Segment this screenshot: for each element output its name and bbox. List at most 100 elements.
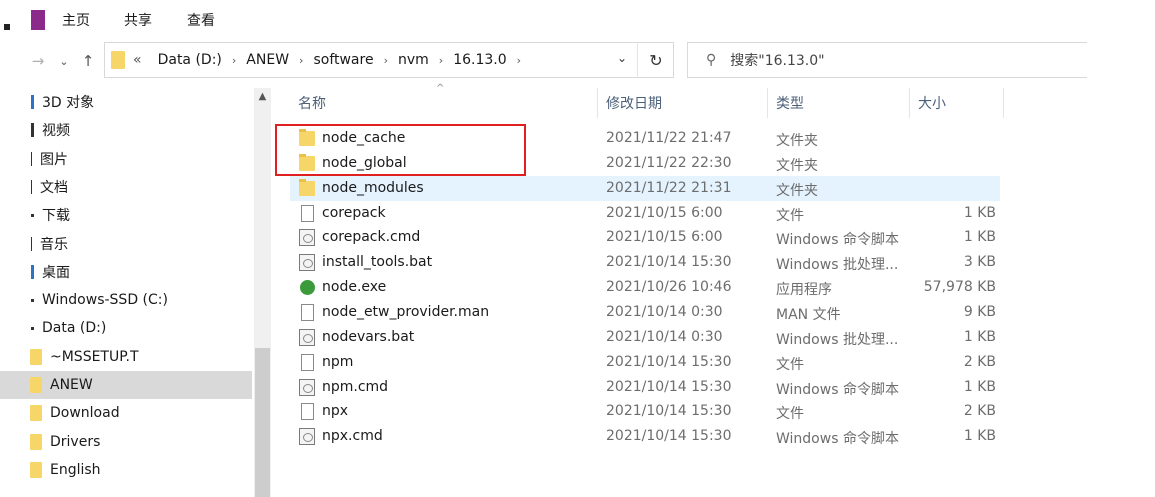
file-type: Windows 批处理... <box>776 257 899 274</box>
file-row[interactable]: corepack 2021/10/15 6:00 文件 1 KB <box>290 201 1000 226</box>
folder-icon <box>111 51 125 69</box>
chevron-right-icon[interactable]: › <box>517 54 521 67</box>
sidebar-item-label: English <box>50 461 101 478</box>
file-row[interactable]: npm 2021/10/14 15:30 文件 2 KB <box>290 350 1000 375</box>
sidebar-item[interactable]: 桌面 <box>0 258 252 286</box>
sidebar-item[interactable]: Drivers <box>0 428 252 456</box>
crumb-anew[interactable]: ANEW <box>246 52 289 68</box>
script-file-icon <box>299 229 315 247</box>
back-arrow-icon[interactable]: → <box>28 50 48 72</box>
breadcrumb-overflow[interactable]: « <box>133 52 142 68</box>
sidebar-item[interactable]: 下载 <box>0 201 252 229</box>
crumb-software[interactable]: software <box>313 52 373 68</box>
sidebar-item[interactable]: 视频 <box>0 116 252 144</box>
column-date[interactable]: 修改日期 <box>606 88 662 118</box>
sidebar-item[interactable]: 图片 <box>0 145 252 173</box>
tab-share[interactable]: 共享 <box>124 10 152 30</box>
location-icon <box>31 213 34 217</box>
column-divider[interactable] <box>767 88 768 118</box>
file-name: npx.cmd <box>322 428 383 445</box>
file-row[interactable]: install_tools.bat 2021/10/14 15:30 Windows… <box>290 250 1000 275</box>
file-date: 2021/10/14 15:30 <box>606 428 732 445</box>
file-date: 2021/10/15 6:00 <box>606 204 723 221</box>
breadcrumb: « Data (D:) › ANEW › software › nvm › 16… <box>133 52 531 68</box>
up-arrow-icon[interactable]: ↑ <box>78 50 98 72</box>
column-divider[interactable] <box>1003 88 1004 118</box>
crumb-version[interactable]: 16.13.0 <box>453 52 506 68</box>
file-icon <box>301 403 314 421</box>
sidebar-item[interactable]: English <box>0 456 252 484</box>
column-divider[interactable] <box>597 88 598 118</box>
sidebar-item[interactable]: 音乐 <box>0 230 252 258</box>
file-row[interactable]: npx 2021/10/14 15:30 文件 2 KB <box>290 399 1000 424</box>
location-icon <box>31 95 34 109</box>
navigation-pane: 3D 对象视频 图片文档下载 音乐桌面 Windows-SSD (C:) Data (D… <box>0 88 272 497</box>
chevron-right-icon[interactable]: › <box>299 54 303 67</box>
file-type: 文件 <box>776 356 804 373</box>
address-bar[interactable]: « Data (D:) › ANEW › software › nvm › 16… <box>104 42 674 78</box>
file-type: 文件 <box>776 207 804 224</box>
crumb-nvm[interactable]: nvm <box>398 52 429 68</box>
sidebar-item[interactable]: 文档 <box>0 173 252 201</box>
annotation-highlight-box <box>275 124 526 176</box>
file-type: 文件 <box>776 406 804 423</box>
file-type: 文件夹 <box>776 133 818 149</box>
sidebar-item[interactable]: Download <box>0 399 252 427</box>
chevron-right-icon[interactable]: › <box>232 54 236 67</box>
file-size: 1 KB <box>963 204 996 221</box>
column-size[interactable]: 大小 <box>918 88 946 118</box>
file-date: 2021/10/26 10:46 <box>606 279 732 296</box>
nav-scroll-thumb[interactable] <box>255 348 270 497</box>
file-row[interactable]: node_etw_provider.man 2021/10/14 0:30 MAN … <box>290 300 1000 325</box>
location-icon <box>31 326 34 330</box>
file-row[interactable]: node.exe 2021/10/26 10:46 应用程序 57,978 KB <box>290 275 1000 300</box>
file-name: npm <box>322 353 354 370</box>
folder-icon <box>30 461 42 478</box>
file-row[interactable]: node_modules 2021/11/22 21:31 文件夹 <box>290 175 1000 201</box>
sidebar-item[interactable]: ~MSSETUP.T <box>0 343 252 371</box>
chevron-right-icon[interactable]: › <box>384 54 388 67</box>
file-type: Windows 命令脚本 <box>776 381 899 398</box>
column-type[interactable]: 类型 <box>776 88 804 118</box>
file-size: 3 KB <box>963 254 996 271</box>
sidebar-item-label: 3D 对象 <box>42 95 95 111</box>
file-size: 57,978 KB <box>923 279 996 296</box>
folder-icon <box>30 405 42 422</box>
file-type: MAN 文件 <box>776 306 841 323</box>
column-divider[interactable] <box>909 88 910 118</box>
search-input[interactable]: ⚲ 搜索"16.13.0" <box>687 42 1087 78</box>
file-size: 9 KB <box>963 303 996 320</box>
file-row[interactable]: corepack.cmd 2021/10/15 6:00 Windows 命令脚本 1… <box>290 225 1000 250</box>
folder-icon <box>30 433 42 450</box>
file-icon <box>301 353 314 371</box>
column-name[interactable]: 名称 <box>298 88 326 118</box>
chevron-right-icon[interactable]: › <box>439 54 443 67</box>
sidebar-item[interactable]: ANEW <box>0 371 252 399</box>
file-row[interactable]: npx.cmd 2021/10/14 15:30 Windows 命令脚本 1 KB <box>290 424 1000 449</box>
sidebar-item-label: 桌面 <box>42 264 70 281</box>
sidebar-item-label: ~MSSETUP.T <box>50 348 139 365</box>
refresh-icon[interactable]: ↻ <box>637 42 674 78</box>
file-name: node_etw_provider.man <box>322 303 490 320</box>
file-row[interactable]: npm.cmd 2021/10/14 15:30 Windows 命令脚本 1 KB <box>290 375 1000 400</box>
file-date: 2021/10/14 15:30 <box>606 353 732 370</box>
crumb-drive[interactable]: Data (D:) <box>158 52 222 68</box>
sidebar-item[interactable]: 3D 对象 <box>0 88 252 116</box>
script-file-icon <box>299 378 315 396</box>
file-type: Windows 命令脚本 <box>776 232 899 249</box>
tab-home[interactable]: 主页 <box>62 10 90 30</box>
scroll-up-icon[interactable]: ▲ <box>254 88 271 105</box>
address-dropdown-icon[interactable]: ⌄ <box>617 51 627 65</box>
location-icon <box>31 151 32 166</box>
sidebar-item-label: 文档 <box>40 179 68 196</box>
file-tab-accent[interactable] <box>31 10 45 30</box>
chevron-down-icon[interactable]: ⌄ <box>54 50 74 72</box>
sidebar-item[interactable]: Windows-SSD (C:) <box>0 286 252 314</box>
sidebar-item-label: Download <box>50 405 120 422</box>
sidebar-item[interactable]: Data (D:) <box>0 314 252 342</box>
sidebar-item-label: Drivers <box>50 433 101 450</box>
file-name: nodevars.bat <box>322 328 415 345</box>
file-icon <box>301 303 314 321</box>
file-row[interactable]: nodevars.bat 2021/10/14 0:30 Windows 批处理..… <box>290 325 1000 350</box>
tab-view[interactable]: 查看 <box>187 10 215 30</box>
